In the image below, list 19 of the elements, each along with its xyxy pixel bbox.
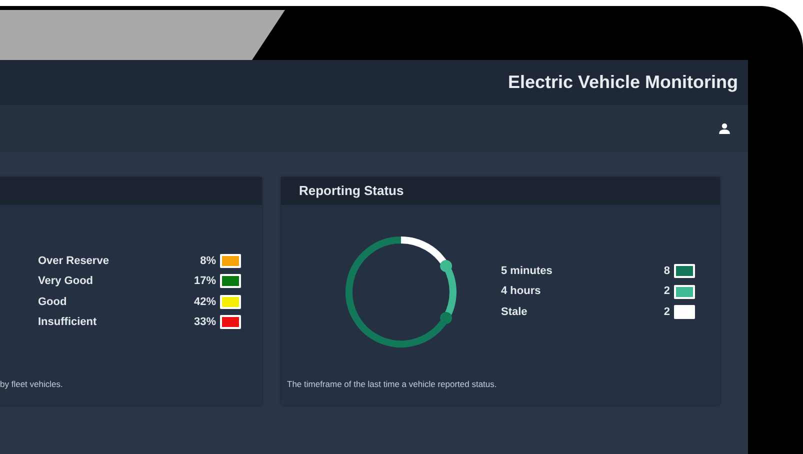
legend-label: 5 minutes — [501, 264, 554, 279]
panel-description: The timeframe of the last time a vehicle reported status. — [287, 379, 497, 390]
legend-label: Very Good — [38, 274, 94, 290]
legend-value: 42% — [194, 294, 216, 310]
legend-value: 2 — [664, 284, 670, 300]
user-icon[interactable] — [719, 123, 730, 134]
legend-label: Over Reserve — [38, 254, 110, 269]
legend-value: 8 — [664, 264, 670, 279]
legend-value: 8% — [200, 254, 216, 269]
legend-value: 33% — [194, 315, 216, 330]
app-title: Electric Vehicle Monitoring — [508, 71, 738, 94]
legend-label: 4 hours — [501, 284, 542, 300]
panel-description: by fleet vehicles. — [0, 379, 63, 390]
legend-value: 2 — [664, 304, 670, 320]
legend-label: Good — [38, 294, 68, 310]
legend-label: Stale — [501, 304, 528, 320]
panel-title: Reporting Status — [299, 182, 404, 200]
legend-value: 17% — [194, 274, 216, 290]
legend-label: Insufficient — [38, 315, 98, 330]
